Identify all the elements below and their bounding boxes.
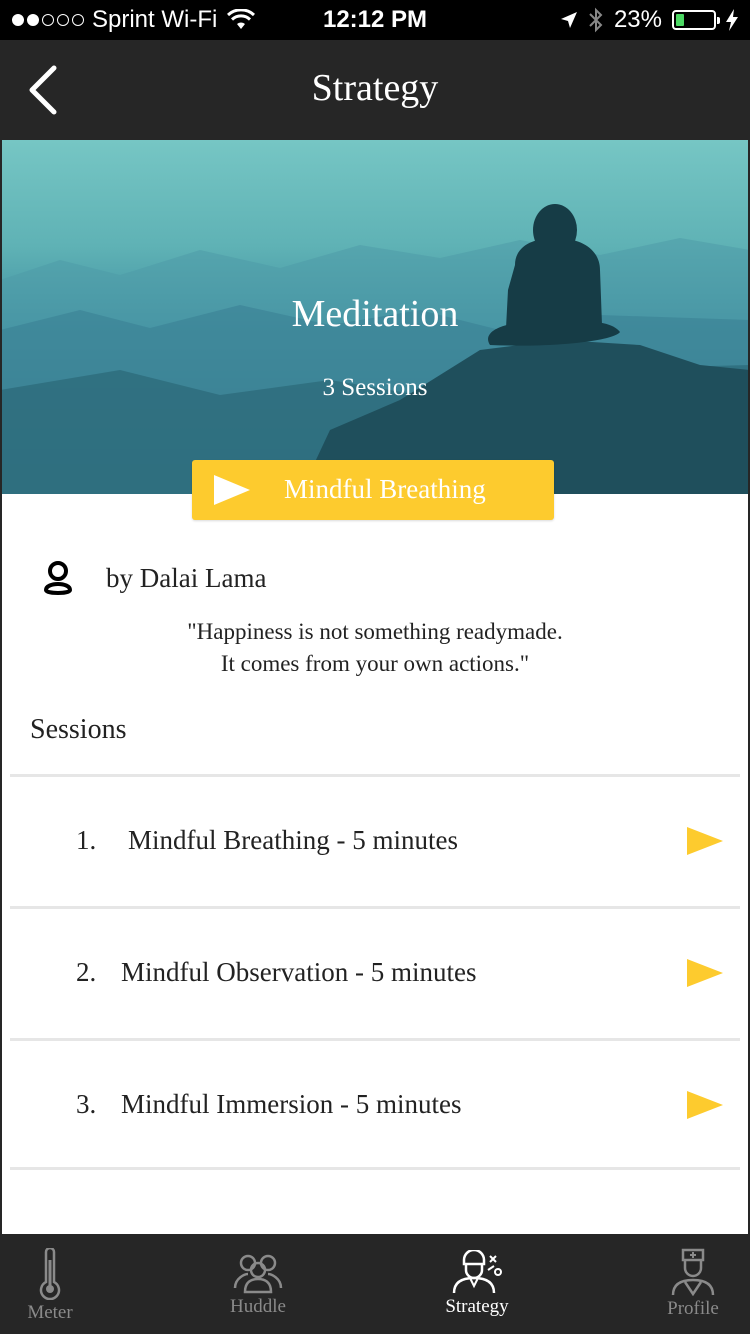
tab-label: Meter bbox=[27, 1302, 73, 1323]
session-number: 3. bbox=[76, 1089, 97, 1119]
play-icon[interactable] bbox=[686, 825, 724, 857]
quote: "Happiness is not something readymade. I… bbox=[0, 616, 750, 680]
session-row[interactable]: 3. Mindful Immersion - 5 minutes bbox=[10, 1038, 740, 1170]
start-session-button[interactable]: Mindful Breathing bbox=[192, 460, 554, 520]
session-number: 1. bbox=[76, 825, 97, 855]
tab-profile[interactable]: Profile bbox=[643, 1234, 743, 1334]
battery-icon bbox=[672, 10, 720, 30]
nurse-icon bbox=[671, 1248, 715, 1296]
session-count: 3 Sessions bbox=[322, 374, 428, 401]
thermometer-icon bbox=[39, 1248, 61, 1300]
play-icon[interactable] bbox=[686, 957, 724, 989]
session-title: Mindful Breathing - 5 minutes bbox=[128, 825, 458, 855]
tab-label: Huddle bbox=[230, 1296, 286, 1317]
session-title: Mindful Immersion - 5 minutes bbox=[121, 1089, 462, 1119]
session-row[interactable]: 2. Mindful Observation - 5 minutes bbox=[10, 906, 740, 1038]
quote-line-1: "Happiness is not something readymade. bbox=[187, 619, 563, 644]
hero-banner: Meditation 3 Sessions bbox=[0, 140, 750, 494]
author-name: by Dalai Lama bbox=[106, 562, 267, 593]
author-row: by Dalai Lama bbox=[40, 560, 266, 596]
navigation-bar: Strategy bbox=[0, 40, 750, 140]
group-icon bbox=[233, 1254, 283, 1294]
person-icon bbox=[43, 561, 73, 595]
tab-bar: Meter Huddle Strategy Profile bbox=[0, 1234, 750, 1334]
bluetooth-icon bbox=[589, 7, 603, 33]
page-title: Strategy bbox=[311, 67, 439, 109]
hero-title: Meditation bbox=[291, 293, 459, 335]
play-icon bbox=[214, 475, 250, 505]
battery-percent: 23% bbox=[613, 6, 662, 33]
location-arrow-icon bbox=[560, 12, 577, 28]
status-bar: Sprint Wi-Fi 12:12 PM 23% bbox=[0, 0, 750, 40]
quote-line-2: It comes from your own actions." bbox=[220, 651, 530, 676]
tab-strategy[interactable]: Strategy bbox=[427, 1234, 527, 1334]
start-session-label: Mindful Breathing bbox=[284, 474, 486, 504]
tab-huddle[interactable]: Huddle bbox=[208, 1234, 308, 1334]
tab-label: Strategy bbox=[445, 1296, 509, 1317]
tab-label: Profile bbox=[667, 1298, 719, 1319]
charging-bolt-icon bbox=[726, 9, 738, 31]
coach-icon bbox=[452, 1250, 502, 1294]
tab-meter[interactable]: Meter bbox=[0, 1234, 100, 1334]
sessions-heading: Sessions bbox=[30, 714, 127, 745]
session-title: Mindful Observation - 5 minutes bbox=[121, 957, 477, 987]
session-list: 1. Mindful Breathing - 5 minutes 2. Mind… bbox=[10, 774, 740, 1170]
left-border bbox=[0, 140, 2, 1234]
play-icon[interactable] bbox=[686, 1089, 724, 1121]
session-row[interactable]: 1. Mindful Breathing - 5 minutes bbox=[10, 774, 740, 906]
session-number: 2. bbox=[76, 957, 97, 987]
